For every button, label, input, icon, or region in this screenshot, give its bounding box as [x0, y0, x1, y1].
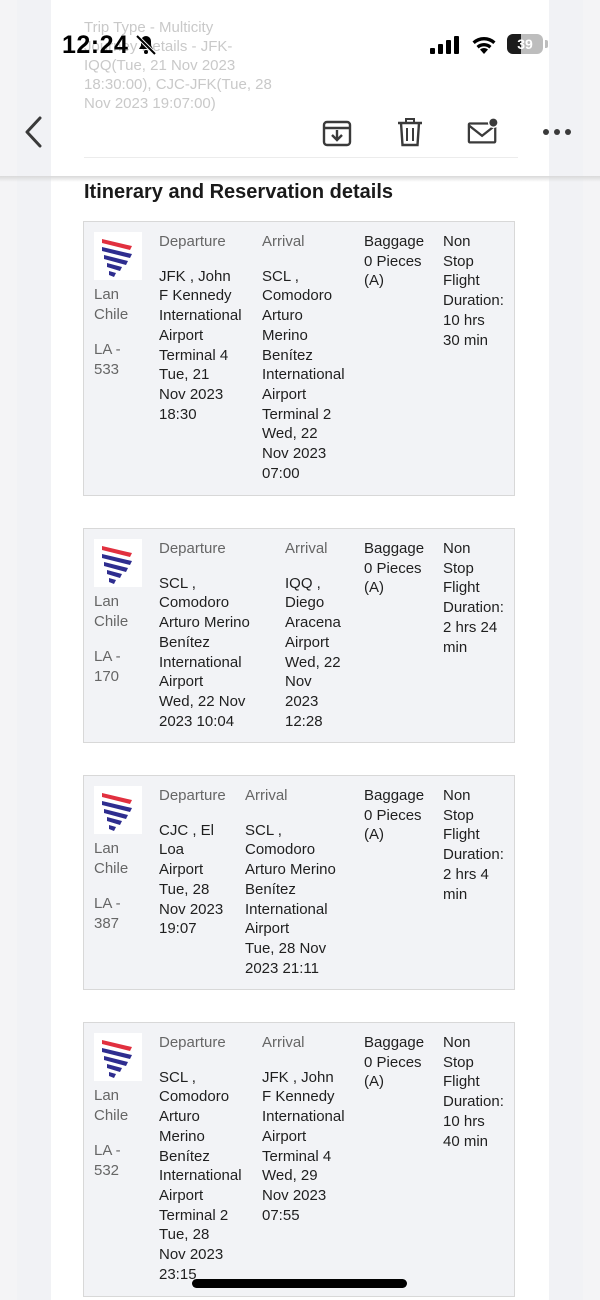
arrival-column: Arrival IQQ , Diego Aracena Airport Wed,… [285, 539, 361, 731]
flight-card: Lan Chile LA - 170 Departure SCL , Comod… [83, 528, 515, 743]
baggage-label: Baggage [364, 787, 425, 804]
airline-name: Lan Chile [94, 1087, 129, 1124]
baggage-label: Baggage [364, 540, 425, 557]
arrival-label: Arrival [262, 1034, 305, 1051]
arrival-column: Arrival SCL , Comodoro Arturo Merino Ben… [262, 232, 358, 483]
arrival-column: Arrival JFK , John F Kennedy Internation… [262, 1033, 358, 1225]
departure-column: Departure SCL , Comodoro Arturo Merino B… [159, 539, 281, 731]
mail-toolbar [0, 80, 600, 180]
airline-logo-icon [94, 232, 142, 280]
duration-column: Non Stop Flight Duration: 2 hrs 4 min [443, 786, 513, 904]
departure-details: SCL , Comodoro Arturo Merino Benítez Int… [159, 1068, 242, 1283]
back-chevron-icon [25, 116, 42, 148]
flight-duration: 10 hrs 40 min [443, 1112, 489, 1150]
arrival-details: IQQ , Diego Aracena Airport Wed, 22 Nov … [285, 574, 341, 730]
departure-column: Departure SCL , Comodoro Arturo Merino B… [159, 1033, 255, 1284]
mark-unread-button[interactable] [467, 116, 499, 148]
status-bar: 12:24 39 [0, 0, 600, 80]
departure-label: Departure [159, 787, 226, 804]
baggage-column: Baggage 0 Pieces (A) [364, 1033, 434, 1092]
departure-details: JFK , John F Kennedy International Airpo… [159, 267, 242, 423]
arrival-label: Arrival [245, 787, 288, 804]
airline-name: Lan Chile [94, 286, 129, 323]
baggage-label: Baggage [364, 1034, 425, 1051]
duration-column: Non Stop Flight Duration: 10 hrs 40 min [443, 1033, 513, 1151]
arrival-details: SCL , Comodoro Arturo Merino Benítez Int… [262, 267, 345, 482]
airline-logo-icon [94, 1033, 142, 1081]
archive-button[interactable] [321, 116, 353, 148]
arrival-label: Arrival [285, 540, 328, 557]
departure-label: Departure [159, 540, 226, 557]
departure-column: Departure JFK , John F Kennedy Internati… [159, 232, 255, 424]
arrival-label: Arrival [262, 233, 305, 250]
duration-column: Non Stop Flight Duration: 2 hrs 24 min [443, 539, 513, 657]
nonstop-label: Non Stop Flight Duration: [443, 787, 504, 864]
arrival-details: SCL , Comodoro Arturo Merino Benítez Int… [245, 821, 336, 977]
flight-card: Lan Chile LA - 533 Departure JFK , John … [83, 221, 515, 496]
flight-duration: 2 hrs 24 min [443, 618, 498, 656]
battery-icon: 39 [507, 34, 551, 54]
arrival-details: JFK , John F Kennedy International Airpo… [262, 1068, 345, 1224]
wifi-icon [472, 37, 496, 54]
nonstop-label: Non Stop Flight Duration: [443, 233, 504, 310]
baggage-column: Baggage 0 Pieces (A) [364, 539, 434, 598]
trash-icon [398, 118, 422, 147]
battery-nub [545, 40, 548, 48]
cellular-signal-icon [430, 36, 459, 54]
nonstop-label: Non Stop Flight Duration: [443, 540, 504, 617]
baggage-allowance: 0 Pieces (A) [364, 1053, 422, 1091]
duration-column: Non Stop Flight Duration: 10 hrs 30 min [443, 232, 513, 350]
baggage-allowance: 0 Pieces (A) [364, 806, 422, 844]
airline-name: Lan Chile [94, 593, 129, 630]
flight-number: LA - 387 [94, 895, 121, 932]
flight-duration: 2 hrs 4 min [443, 865, 489, 903]
baggage-column: Baggage 0 Pieces (A) [364, 786, 434, 845]
nonstop-label: Non Stop Flight Duration: [443, 1034, 504, 1111]
baggage-allowance: 0 Pieces (A) [364, 252, 422, 290]
section-title: Itinerary and Reservation details [84, 181, 394, 203]
flight-number: LA - 533 [94, 341, 121, 378]
flight-number: LA - 170 [94, 648, 121, 685]
flight-card: Lan Chile LA - 387 Departure CJC , El Lo… [83, 775, 515, 990]
baggage-column: Baggage 0 Pieces (A) [364, 232, 434, 291]
bell-slash-icon [135, 34, 157, 56]
battery-body: 39 [507, 34, 543, 54]
home-indicator[interactable] [192, 1279, 407, 1288]
battery-percentage: 39 [517, 36, 533, 52]
flight-duration: 10 hrs 30 min [443, 311, 489, 349]
back-button[interactable] [18, 116, 50, 148]
baggage-allowance: 0 Pieces (A) [364, 559, 422, 597]
arrival-column: Arrival SCL , Comodoro Arturo Merino Ben… [245, 786, 361, 978]
archive-icon [322, 120, 352, 147]
airline-name: Lan Chile [94, 840, 129, 877]
mail-unread-icon [467, 117, 499, 144]
delete-button[interactable] [394, 116, 426, 148]
airline-logo-icon [94, 539, 142, 587]
departure-label: Departure [159, 1034, 226, 1051]
baggage-label: Baggage [364, 233, 425, 250]
departure-details: SCL , Comodoro Arturo Merino Benítez Int… [159, 574, 250, 730]
flight-card: Lan Chile LA - 532 Departure SCL , Comod… [83, 1022, 515, 1297]
flight-number: LA - 532 [94, 1142, 121, 1179]
airline-logo-icon [94, 786, 142, 834]
more-icon [543, 129, 571, 135]
departure-column: Departure CJC , El Loa Airport Tue, 28 N… [159, 786, 239, 939]
departure-details: CJC , El Loa Airport Tue, 28 Nov 2023 19… [159, 821, 224, 938]
more-button[interactable] [541, 116, 573, 148]
departure-label: Departure [159, 233, 226, 250]
clock-time: 12:24 [62, 31, 129, 59]
